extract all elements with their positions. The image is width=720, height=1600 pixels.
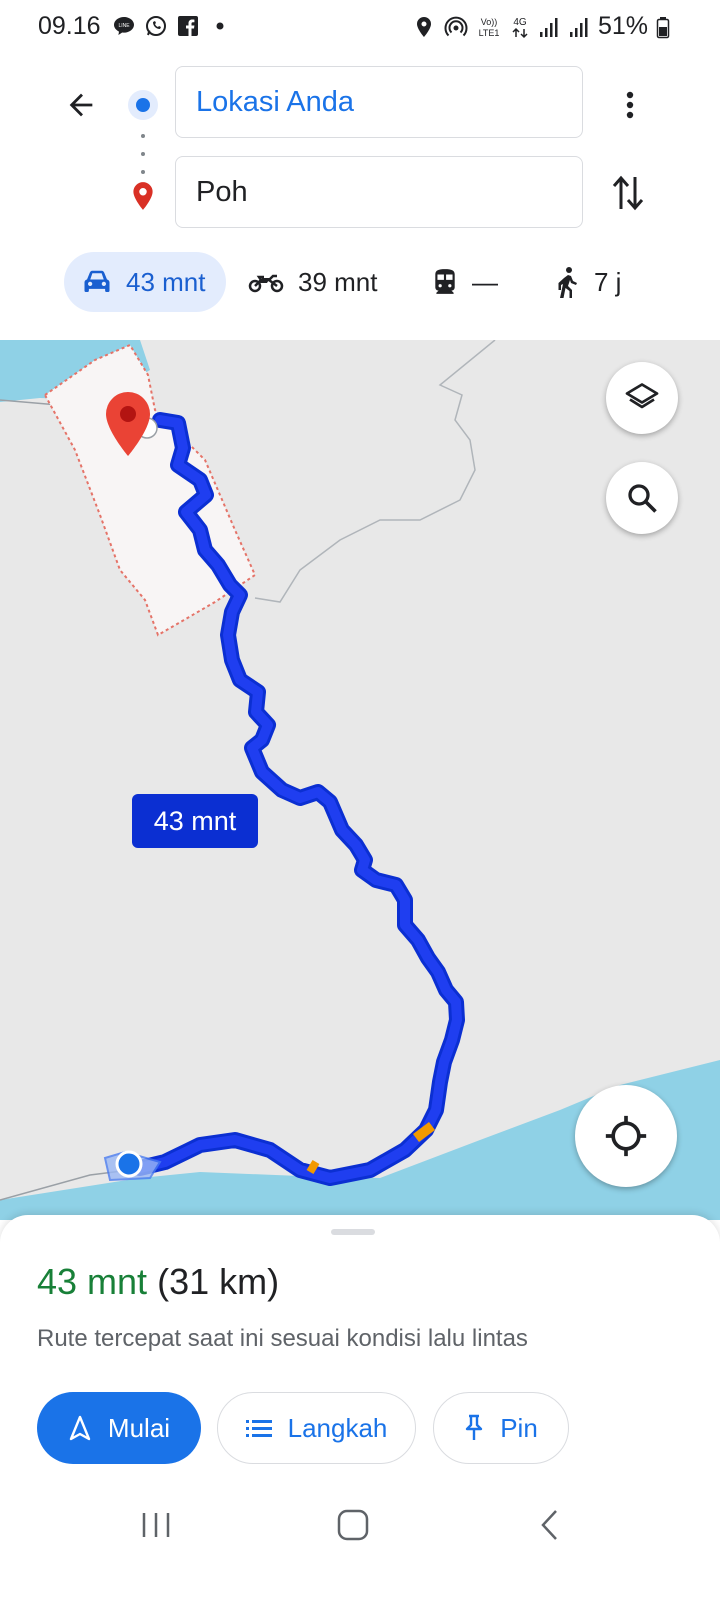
mode-motorcycle-tab[interactable]: 39 mnt — [248, 252, 378, 312]
motorcycle-icon — [248, 274, 284, 293]
search-along-route-button[interactable] — [606, 462, 678, 534]
pushpin-icon — [466, 1414, 483, 1440]
mode-transit-tab[interactable]: — — [432, 252, 498, 312]
signal-icon — [569, 17, 588, 37]
navigation-icon — [69, 1415, 91, 1441]
start-label: Mulai — [107, 1412, 171, 1443]
line-icon: LINE — [114, 17, 134, 35]
home-icon — [337, 1509, 369, 1541]
recent-apps-icon — [142, 1513, 170, 1537]
origin-dot-icon — [128, 90, 158, 120]
crosshair-icon — [605, 1115, 647, 1157]
hotspot-icon — [444, 16, 468, 36]
more-vert-icon — [626, 91, 634, 119]
signal-icon — [539, 17, 558, 37]
route-description: Rute tercepat saat ini sesuai kondisi la… — [37, 1325, 528, 1352]
mode-transit-label: — — [472, 266, 498, 297]
route-connector — [141, 134, 145, 174]
system-nav-bar — [0, 1490, 720, 1560]
back-button[interactable] — [58, 82, 104, 128]
svg-text:LTE1: LTE1 — [479, 28, 500, 38]
route-summary: 43 mnt (31 km) — [37, 1261, 279, 1303]
route-duration-callout[interactable]: 43 mnt — [132, 794, 258, 848]
mode-motorcycle-label: 39 mnt — [298, 266, 378, 297]
walk-icon — [558, 267, 577, 298]
travel-mode-tabs: 43 mnt 39 mnt — 7 j — [64, 252, 664, 312]
origin-field[interactable]: Lokasi Anda — [175, 66, 583, 138]
dot-icon — [216, 22, 224, 30]
destination-area-boundary — [43, 343, 257, 637]
pin-button[interactable]: Pin — [433, 1392, 569, 1464]
summary-distance: (31 km) — [157, 1261, 280, 1302]
more-options-button[interactable] — [610, 82, 650, 128]
my-location-button[interactable] — [575, 1085, 677, 1187]
arrow-back-icon — [69, 93, 93, 117]
status-bar: 09.16 LINE Vo)) LTE1 4G 51% — [0, 0, 720, 52]
layers-button[interactable] — [606, 362, 678, 434]
facebook-icon — [178, 16, 198, 36]
destination-field[interactable]: Poh — [175, 156, 583, 228]
steps-button[interactable]: Langkah — [217, 1392, 416, 1464]
traffic-segment — [306, 1159, 320, 1175]
battery-percent: 51% — [597, 12, 648, 40]
list-icon — [245, 1420, 272, 1437]
car-icon — [84, 270, 110, 292]
swap-button[interactable] — [605, 170, 651, 216]
directions-header: Lokasi Anda Poh 43 mnt 39 mnt — 7 j — [0, 52, 720, 347]
home-button[interactable] — [323, 1500, 383, 1550]
svg-text:4G: 4G — [513, 17, 527, 28]
steps-label: Langkah — [287, 1412, 388, 1443]
destination-pin-icon — [133, 182, 153, 210]
mode-walk-label: 7 j — [594, 266, 622, 297]
mode-drive-label: 43 mnt — [126, 266, 206, 297]
whatsapp-icon — [146, 16, 166, 36]
svg-text:LINE: LINE — [118, 23, 130, 29]
layers-icon — [625, 383, 659, 409]
4g-icon: 4G — [512, 17, 528, 38]
svg-text:Vo)): Vo)) — [481, 17, 498, 27]
system-status-icons: Vo)) LTE1 4G 51% — [412, 12, 670, 41]
volte-icon: Vo))LTE1 — [479, 17, 500, 38]
pin-label: Pin — [500, 1412, 538, 1443]
my-location-dot — [115, 1150, 143, 1178]
recent-apps-button[interactable] — [126, 1500, 186, 1550]
map-view[interactable]: 43 mnt — [0, 340, 720, 1220]
system-back-button[interactable] — [520, 1500, 580, 1550]
battery-icon — [656, 16, 670, 38]
swap-vert-icon — [612, 175, 644, 211]
location-icon — [416, 16, 431, 37]
mode-drive-tab[interactable]: 43 mnt — [64, 252, 226, 312]
train-icon — [435, 269, 455, 294]
search-icon — [628, 484, 657, 513]
notification-icons: LINE — [112, 14, 232, 38]
drag-handle[interactable] — [331, 1229, 375, 1235]
status-time: 09.16 — [38, 12, 101, 40]
start-button[interactable]: Mulai — [37, 1392, 201, 1464]
chevron-left-icon — [541, 1510, 557, 1540]
summary-time: 43 mnt — [37, 1261, 148, 1302]
mode-walk-tab[interactable]: 7 j — [556, 252, 621, 312]
